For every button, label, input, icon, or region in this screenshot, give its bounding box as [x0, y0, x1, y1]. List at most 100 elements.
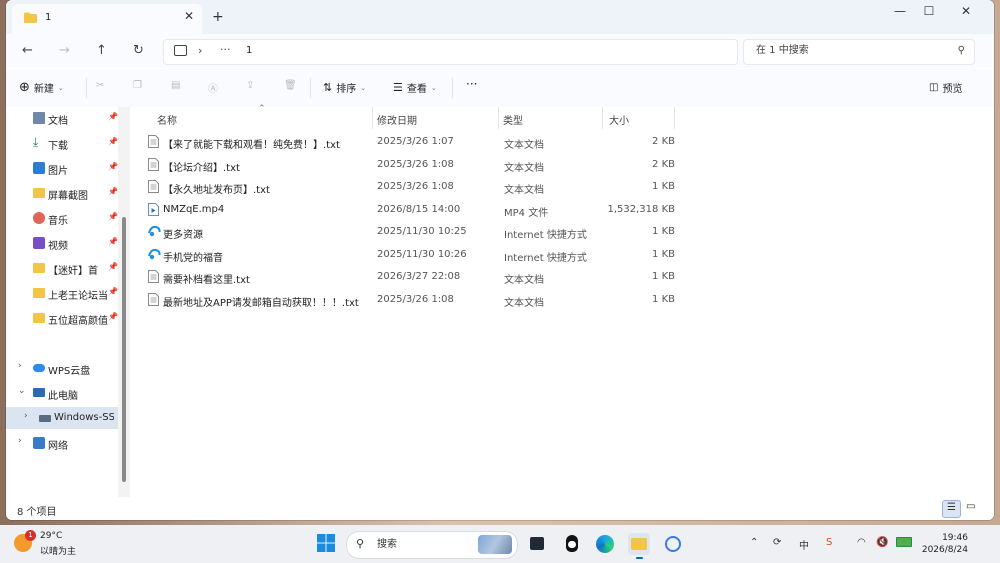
pin-icon: 📌 — [108, 237, 118, 246]
refresh-button[interactable]: ↻ — [133, 43, 144, 58]
breadcrumb-separator[interactable]: › — [198, 44, 202, 57]
new-label: 新建 — [33, 84, 54, 95]
sidebar-item-label: 五位超高颜值 — [48, 316, 108, 327]
sidebar-scrollbar[interactable] — [118, 107, 130, 497]
sidebar-item-screenshots[interactable]: 屏幕截图 📌 — [6, 182, 118, 204]
file-size: 1 KB — [652, 181, 675, 192]
file-row[interactable]: 【来了就能下载和观看！纯免费！】.txt 2025/3/26 1:07 文本文档 2 … — [144, 131, 675, 153]
close-window-button[interactable]: ✕ — [952, 4, 980, 18]
sidebar-item-wps-cloud[interactable]: › WPS云盘 — [6, 357, 118, 379]
column-divider[interactable] — [674, 107, 675, 129]
scrollbar-thumb[interactable] — [122, 217, 126, 482]
text-file-icon — [148, 270, 159, 283]
column-header-modified[interactable]: 修改日期 — [372, 107, 498, 129]
new-tab-button[interactable]: + — [212, 9, 224, 25]
column-header-label: 类型 — [503, 116, 523, 127]
column-header-size[interactable]: 大小 — [602, 107, 674, 129]
tiles-view-button[interactable]: ▭ — [962, 500, 979, 516]
forward-button[interactable]: → — [59, 43, 70, 58]
file-row[interactable]: 【永久地址发布页】.txt 2025/3/26 1:08 文本文档 1 KB — [144, 176, 675, 198]
clock[interactable]: 19:46 2026/8/24 — [916, 532, 968, 556]
windows-logo-icon — [317, 534, 335, 552]
details-view-button[interactable]: ☰ — [942, 500, 961, 518]
sidebar-item-folder-1[interactable]: 【迷奸】首 📌 — [6, 257, 118, 279]
search-input[interactable] — [754, 44, 948, 57]
edge-browser-icon[interactable] — [594, 533, 616, 555]
sidebar-item-this-pc[interactable]: ⌄ 此电脑 — [6, 382, 118, 404]
show-hidden-icons-icon[interactable]: ⌃ — [750, 537, 758, 548]
network-icon — [33, 437, 45, 449]
sidebar-item-documents[interactable]: 文档 📌 — [6, 107, 118, 129]
chevron-right-icon: › — [24, 411, 28, 421]
file-row[interactable]: 最新地址及APP请发邮箱自动获取！！！.txt 2025/3/26 1:08 文本文… — [144, 289, 675, 311]
file-row[interactable]: NMZqE.mp4 2026/8/15 14:00 MP4 文件 1,532,318 … — [144, 199, 675, 221]
search-box[interactable]: ⚲ — [743, 39, 975, 65]
file-type: Internet 快捷方式 — [504, 252, 587, 264]
file-row[interactable]: 【论坛介绍】.txt 2025/3/26 1:08 文本文档 2 KB — [144, 154, 675, 176]
column-header-name[interactable]: 名称 ⌃ — [144, 104, 372, 129]
battery-icon[interactable] — [896, 537, 912, 550]
up-button[interactable]: ↑ — [96, 43, 107, 58]
new-button[interactable]: ⊕ 新建 ⌄ — [19, 80, 64, 95]
share-icon[interactable]: ⇪ — [246, 80, 254, 91]
start-button[interactable] — [316, 533, 338, 555]
paste-icon[interactable]: ▤ — [171, 80, 180, 91]
app-icon[interactable] — [662, 533, 684, 555]
weather-condition: 以晴为主 — [40, 547, 77, 557]
task-view-icon[interactable] — [526, 533, 548, 555]
sidebar-item-pictures[interactable]: 图片 📌 — [6, 157, 118, 179]
qq-icon[interactable] — [561, 533, 583, 555]
file-row[interactable]: 更多资源 2025/11/30 10:25 Internet 快捷方式 1 KB — [144, 221, 675, 243]
file-row[interactable]: 手机党的福音 2025/11/30 10:26 Internet 快捷方式 1 KB — [144, 244, 675, 266]
weather-temperature: 29°C — [40, 531, 63, 541]
sidebar-item-windows-ssd[interactable]: › Windows-SSD — [6, 407, 118, 429]
file-size: 1 KB — [652, 293, 675, 305]
more-options-button[interactable]: ··· — [466, 77, 477, 91]
taskbar-search-input[interactable] — [375, 538, 459, 551]
navigation-bar: ← → ↑ ↻ › ··· 1 ⚲ — [6, 34, 994, 68]
wifi-icon[interactable]: ◠ — [857, 537, 866, 548]
file-name: NMZqE.mp4 — [163, 203, 225, 215]
minimize-button[interactable]: — — [886, 4, 914, 18]
copy-icon[interactable]: ❐ — [133, 80, 142, 91]
sidebar-item-folder-3[interactable]: 五位超高颜值 📌 — [6, 307, 118, 329]
file-row[interactable]: 需要补档看这里.txt 2026/3/27 22:08 文本文档 1 KB — [144, 266, 675, 288]
breadcrumb-overflow[interactable]: ··· — [220, 43, 231, 56]
maximize-button[interactable]: ☐ — [915, 4, 943, 18]
file-size: 2 KB — [652, 136, 675, 147]
preview-button[interactable]: ◫ 预览 — [929, 80, 962, 95]
column-header-label: 大小 — [609, 116, 629, 127]
cut-icon[interactable]: ✂ — [96, 80, 104, 91]
address-bar[interactable]: › ··· 1 — [163, 39, 738, 65]
tab-current-folder[interactable]: 1 ✕ — [12, 4, 202, 34]
delete-icon[interactable]: 🗑 — [284, 80, 297, 91]
sidebar-item-music[interactable]: 音乐 📌 — [6, 207, 118, 229]
sidebar-item-label: Windows-SSD — [54, 412, 114, 423]
taskbar-search[interactable]: ⚲ — [346, 531, 518, 559]
file-explorer-taskbar-icon[interactable] — [628, 533, 650, 559]
column-header-type[interactable]: 类型 — [498, 107, 602, 129]
back-button[interactable]: ← — [22, 43, 33, 58]
breadcrumb-current[interactable]: 1 — [246, 45, 252, 56]
sidebar-item-network[interactable]: › 网络 — [6, 432, 118, 454]
clock-date: 2026/8/24 — [921, 545, 968, 555]
text-file-icon — [148, 180, 159, 193]
sidebar-item-downloads[interactable]: ⤓ 下载 📌 — [6, 132, 118, 154]
tab-close-button[interactable]: ✕ — [184, 9, 194, 23]
sort-button[interactable]: ⇅ 排序 ⌄ — [323, 80, 366, 95]
sidebar-item-label: 【迷奸】首 — [48, 266, 98, 277]
wps-tray-icon[interactable]: S — [826, 537, 832, 548]
rename-icon[interactable]: Ⓐ — [208, 80, 218, 95]
file-type: MP4 文件 — [504, 207, 549, 219]
column-header-label: 名称 — [157, 116, 177, 127]
sidebar-item-videos[interactable]: 视频 📌 — [6, 232, 118, 254]
sidebar-item-folder-2[interactable]: 上老王论坛当 📌 — [6, 282, 118, 304]
speaker-muted-icon[interactable]: 🔇 — [876, 537, 888, 548]
search-icon: ⚲ — [356, 537, 365, 550]
ime-indicator[interactable]: 中 — [799, 537, 809, 552]
view-button[interactable]: ☰ 查看 ⌄ — [393, 80, 437, 95]
file-modified: 2025/3/26 1:08 — [377, 158, 454, 170]
file-name: 【来了就能下载和观看！纯免费！】.txt — [163, 140, 340, 151]
sidebar-item-label: 下载 — [48, 141, 68, 152]
sync-icon[interactable]: ⟳ — [773, 537, 781, 548]
